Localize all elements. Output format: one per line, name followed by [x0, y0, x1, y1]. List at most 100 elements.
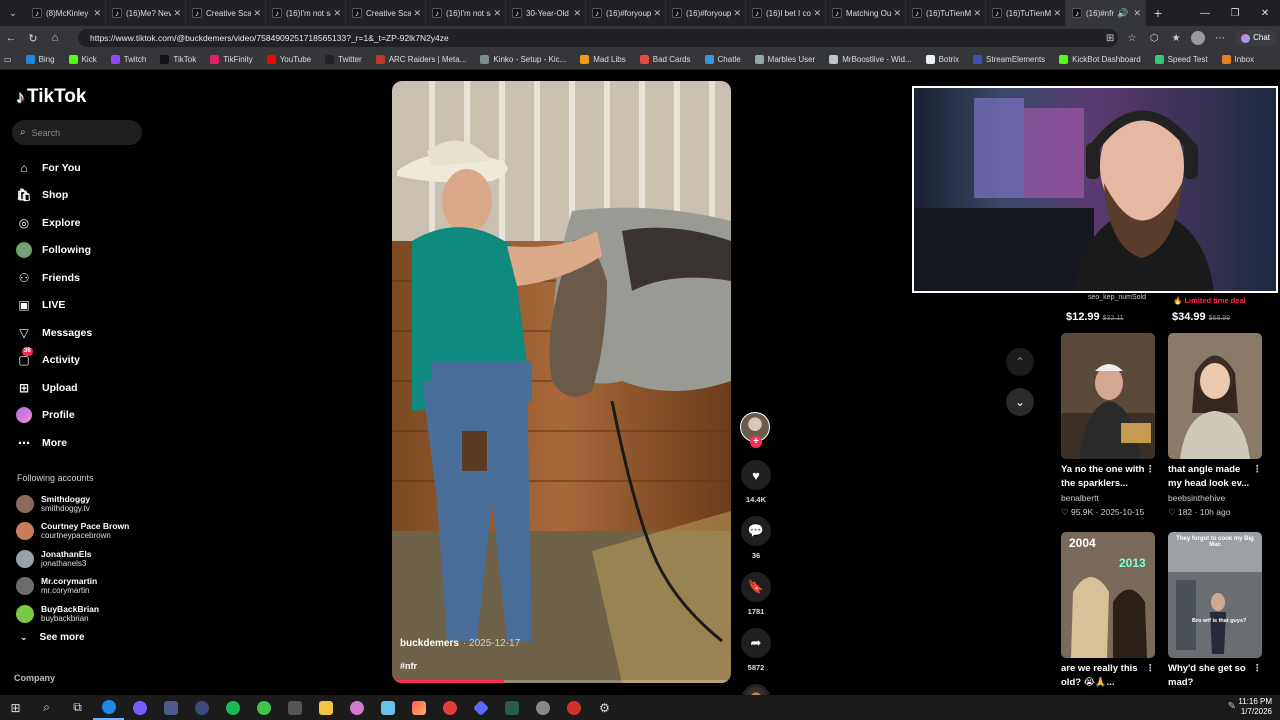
- bookmark-item[interactable]: Speed Test: [1154, 55, 1208, 64]
- nav-item-profile[interactable]: Profile: [16, 402, 92, 430]
- recommended-video-card[interactable]: 2004 2013 are we really this old? 😭🙏... ⋮: [1061, 532, 1155, 690]
- close-tab-icon[interactable]: ✕: [413, 8, 421, 19]
- card-username[interactable]: beebsinthehive: [1168, 493, 1262, 503]
- back-icon[interactable]: ←: [0, 32, 22, 44]
- close-tab-icon[interactable]: ✕: [973, 8, 981, 19]
- close-tab-icon[interactable]: ✕: [893, 8, 901, 19]
- close-tab-icon[interactable]: ✕: [733, 8, 741, 19]
- bookmark-icon[interactable]: 🔖: [741, 572, 771, 602]
- following-account-item[interactable]: Mr.corymartin mr.corymartin: [16, 573, 129, 601]
- browser-tab[interactable]: ♪ (16)#nfr 🔊 ✕: [1066, 0, 1146, 26]
- home-icon[interactable]: ⌂: [44, 32, 66, 44]
- url-field[interactable]: https://www.tiktok.com/@buckdemers/video…: [78, 29, 1118, 47]
- spotify-icon[interactable]: [217, 695, 248, 720]
- bookmark-item[interactable]: Inbox: [1221, 55, 1254, 64]
- nav-item-more[interactable]: ⋯ More: [16, 429, 92, 457]
- close-tab-icon[interactable]: ✕: [653, 8, 661, 19]
- see-more-button[interactable]: ⌄ See more: [20, 632, 85, 643]
- nav-item-explore[interactable]: ◎ Explore: [16, 209, 92, 237]
- video-author[interactable]: buckdemers · 2025-12-17: [400, 638, 520, 649]
- speaker-icon[interactable]: 🔊: [1117, 8, 1128, 19]
- browser-tab[interactable]: ♪ (16)TuTienMi ✕: [906, 0, 986, 26]
- bookmark-item[interactable]: TikFinity: [210, 55, 253, 64]
- following-account-item[interactable]: Courtney Pace Brown courtneypacebrown: [16, 518, 129, 546]
- nav-item-live[interactable]: ▣ LIVE: [16, 292, 92, 320]
- shop-price-2[interactable]: $34.99 $69.99: [1172, 311, 1230, 323]
- recommended-video-card[interactable]: Ya no the one with the sparklers... ⋮ ben…: [1061, 333, 1155, 518]
- app-icon-red2[interactable]: [558, 695, 589, 720]
- windows-start-icon[interactable]: ⊞: [0, 695, 31, 720]
- close-tab-icon[interactable]: ✕: [173, 8, 181, 19]
- browser-tab[interactable]: ♪ Matching Out ✕: [826, 0, 906, 26]
- copilot-chat-button[interactable]: Chat: [1235, 30, 1276, 46]
- new-tab-button[interactable]: +: [1146, 5, 1170, 21]
- browser-tab[interactable]: ♪ (16)I bet I cou ✕: [746, 0, 826, 26]
- card-title[interactable]: are we really this old? 😭🙏... ⋮: [1061, 662, 1155, 690]
- browser-tab[interactable]: ♪ (16)TuTienMo ✕: [986, 0, 1066, 26]
- browser-tab[interactable]: ♪ Creative Scans✕: [186, 0, 266, 26]
- previous-video-chevron-up-icon[interactable]: ⌃: [1006, 348, 1034, 376]
- more-options-icon[interactable]: ⋮: [1146, 463, 1156, 477]
- bookmark-item[interactable]: Botrix: [925, 55, 959, 64]
- recommended-video-card[interactable]: that angle made my head look ev... ⋮ beeb…: [1168, 333, 1262, 518]
- settings-more-icon[interactable]: ⋯: [1213, 33, 1227, 44]
- tiktok-logo[interactable]: ♪ TikTok: [16, 86, 86, 108]
- nav-item-messages[interactable]: ▽ Messages: [16, 319, 92, 347]
- nav-item-shop[interactable]: 🛍 Shop: [16, 182, 92, 210]
- bookmark-item[interactable]: MrBoostlive - Wid...: [829, 55, 912, 64]
- favorites-icon[interactable]: ★: [1169, 33, 1183, 44]
- close-tab-icon[interactable]: ✕: [93, 8, 101, 19]
- nav-item-activity[interactable]: ▢ 36 Activity: [16, 347, 92, 375]
- app-icon-stream[interactable]: [155, 695, 186, 720]
- close-tab-icon[interactable]: ✕: [253, 8, 261, 19]
- bookmark-item[interactable]: Mad Libs: [580, 55, 626, 64]
- bookmark-item[interactable]: KickBot Dashboard: [1059, 55, 1141, 64]
- nav-item-upload[interactable]: ⊞ Upload: [16, 374, 92, 402]
- taskbar-clock[interactable]: 11:16 PM 1/7/2026: [1238, 697, 1272, 717]
- search-icon[interactable]: ⌕: [31, 695, 62, 720]
- nav-item-following[interactable]: Following: [16, 237, 92, 265]
- more-options-icon[interactable]: ⋮: [1146, 662, 1156, 676]
- app-icon-notes[interactable]: [372, 695, 403, 720]
- app-icon-red[interactable]: [434, 695, 465, 720]
- close-tab-icon[interactable]: ✕: [1133, 8, 1141, 19]
- bookmark-item[interactable]: ARC Raiders | Meta...: [375, 55, 466, 64]
- bookmark-item[interactable]: Twitch: [110, 55, 146, 64]
- bookmark-item[interactable]: Marbles User: [754, 55, 815, 64]
- share-icon[interactable]: ➦: [741, 628, 771, 658]
- browser-tab[interactable]: ♪ (16)#foryoupa ✕: [586, 0, 666, 26]
- bookmark-item[interactable]: Twitter: [325, 55, 362, 64]
- app-icon-circle[interactable]: [527, 695, 558, 720]
- pen-tray-icon[interactable]: ✎: [1228, 701, 1236, 712]
- browser-tab[interactable]: ♪ (16)#foryoup ✕: [666, 0, 746, 26]
- bookmark-item[interactable]: StreamElements: [973, 55, 1045, 64]
- search-input[interactable]: ⌕ Search: [12, 120, 142, 145]
- video-player[interactable]: buckdemers · 2025-12-17 #nfr: [392, 81, 731, 683]
- minimize-icon[interactable]: —: [1190, 0, 1220, 26]
- reload-icon[interactable]: ↻: [22, 32, 44, 45]
- app-icon-terminal[interactable]: [496, 695, 527, 720]
- comment-icon[interactable]: 💬: [741, 516, 771, 546]
- more-options-icon[interactable]: ⋮: [1253, 662, 1263, 676]
- close-tab-icon[interactable]: ✕: [573, 8, 581, 19]
- browser-tab[interactable]: ♪ (8)McKinley sh✕: [26, 0, 106, 26]
- browser-tab[interactable]: ♪ 30-Year-Old Ri✕: [506, 0, 586, 26]
- close-tab-icon[interactable]: ✕: [813, 8, 821, 19]
- card-title[interactable]: that angle made my head look ev... ⋮: [1168, 463, 1262, 491]
- app-icon-photo[interactable]: [403, 695, 434, 720]
- heart-icon[interactable]: ♥: [741, 460, 771, 490]
- extensions-icon[interactable]: ⬡: [1147, 33, 1161, 44]
- bookmark-item[interactable]: Kinko - Setup - Kic...: [480, 55, 566, 64]
- following-account-item[interactable]: BuyBackBrian buybackbrian: [16, 600, 129, 628]
- card-username[interactable]: benalbertt: [1061, 493, 1155, 503]
- video-progress-bar[interactable]: [392, 680, 731, 683]
- card-title[interactable]: Ya no the one with the sparklers... ⋮: [1061, 463, 1155, 491]
- maximize-icon[interactable]: ❐: [1220, 0, 1250, 26]
- app-icon-recorder[interactable]: [186, 695, 217, 720]
- app-icon-cube[interactable]: [279, 695, 310, 720]
- creator-avatar[interactable]: +: [740, 412, 770, 448]
- settings-gear-icon[interactable]: ⚙: [589, 695, 620, 720]
- recommended-video-card[interactable]: They forgot to cook my Big Mac Bro wtf i…: [1168, 532, 1262, 690]
- more-options-icon[interactable]: ⋮: [1253, 463, 1263, 477]
- bookmark-item[interactable]: Chatle: [704, 55, 741, 64]
